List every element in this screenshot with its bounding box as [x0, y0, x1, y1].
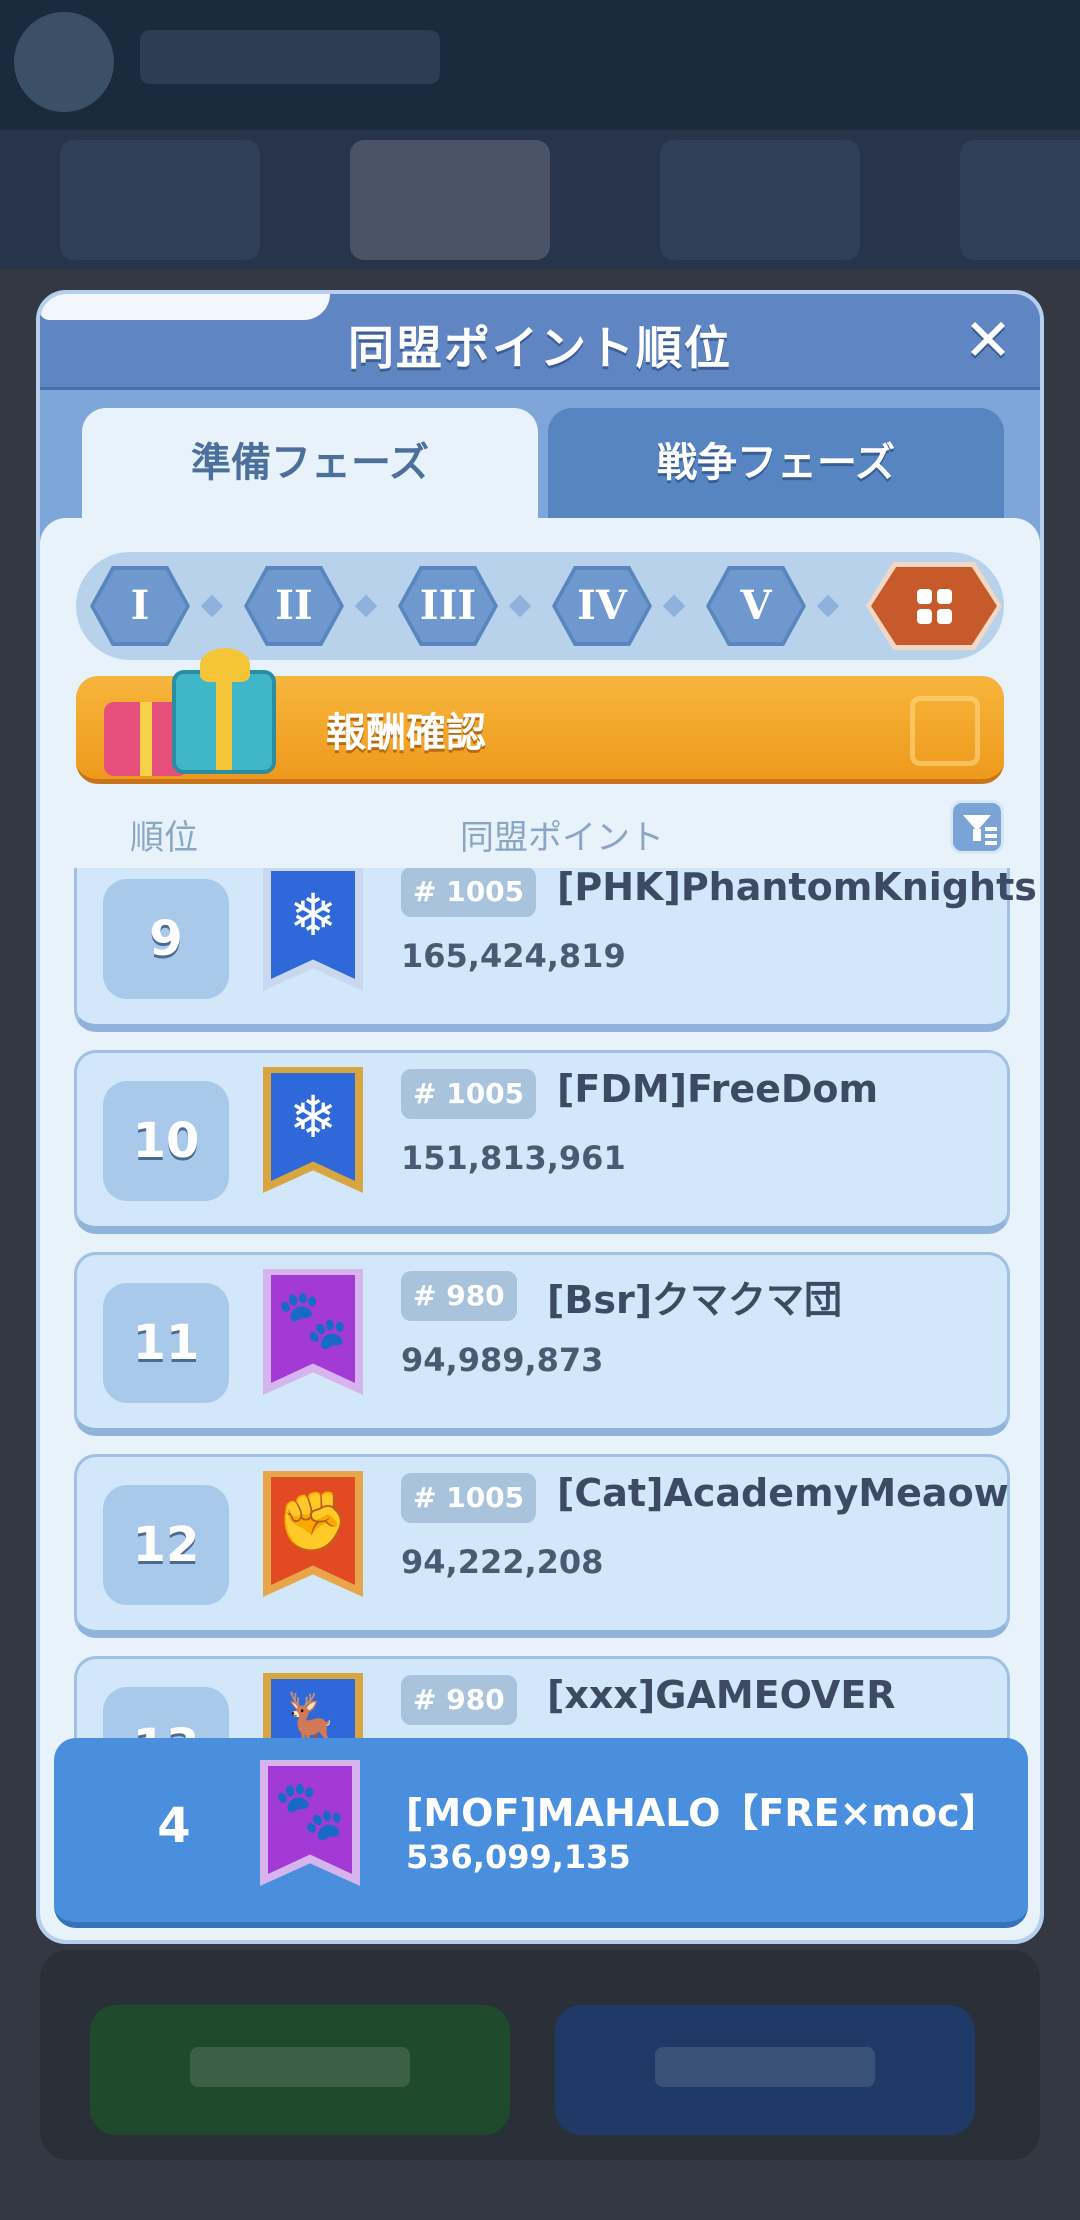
my-alliance-rank-row[interactable]: 4 🐾 [MOF]MAHALO【FRE×moc】 536,099,135 [54, 1738, 1028, 1928]
paw-icon: 🐾 [260, 1760, 360, 1886]
background-avatar [14, 12, 114, 112]
gift-icon [172, 670, 276, 774]
alliance-name: [PHK]PhantomKnights [557, 868, 1037, 909]
reward-check-label: 報酬確認 [326, 710, 486, 756]
background-tab [60, 140, 260, 260]
server-tag: # 1005 [401, 1069, 537, 1119]
level-selector: I II III IV V [76, 552, 1004, 660]
my-rank-number: 4 [157, 1798, 191, 1854]
level-button-5[interactable]: V [706, 566, 806, 646]
ranking-panel: I II III IV V 報酬確認 順位 同盟ポイント 9 ❄ # 1005 … [40, 518, 1040, 1940]
level-separator [508, 594, 532, 618]
rank-number: 11 [103, 1283, 229, 1403]
snowflake-icon: ❄ [263, 868, 363, 991]
ranking-row[interactable]: 12 ✊ # 1005 [Cat]AcademyMeaow 94,222,208 [74, 1454, 1010, 1638]
server-tag: # 980 [401, 1271, 517, 1321]
background-tab [660, 140, 860, 260]
background-tab [960, 140, 1080, 260]
background-blue-button [555, 2005, 975, 2135]
ranking-row[interactable]: 10 ❄ # 1005 [FDM]FreeDom 151,813,961 [74, 1050, 1010, 1234]
tab-war-phase[interactable]: 戦争フェーズ [548, 408, 1004, 518]
modal-header: 同盟ポイント順位 ✕ [40, 294, 1040, 390]
paw-icon: 🐾 [263, 1269, 363, 1395]
level-separator [354, 594, 378, 618]
column-header-rank: 順位 [130, 818, 198, 858]
background-title [140, 30, 440, 84]
level-separator [662, 594, 686, 618]
rank-number: 9 [103, 879, 229, 999]
alliance-name: [Cat]AcademyMeaow [557, 1471, 1009, 1515]
reward-check-button[interactable]: 報酬確認 [76, 648, 1004, 784]
filter-button[interactable] [950, 800, 1004, 854]
ranking-row[interactable]: 11 🐾 # 980 [Bsr]クマクマ団 94,989,873 [74, 1252, 1010, 1436]
server-tag: # 1005 [401, 868, 537, 917]
background-top-bar [0, 0, 1080, 130]
background-green-button [90, 2005, 510, 2135]
close-icon[interactable]: ✕ [956, 308, 1020, 372]
fist-icon: ✊ [263, 1471, 363, 1597]
level-separator [200, 594, 224, 618]
my-alliance-name: [MOF]MAHALO【FRE×moc】 [406, 1791, 998, 1835]
modal-title: 同盟ポイント順位 [348, 321, 732, 375]
grid-icon [917, 589, 953, 625]
server-tag: # 980 [401, 1675, 517, 1725]
server-tag: # 1005 [401, 1473, 537, 1523]
level-separator [816, 594, 840, 618]
ranking-list[interactable]: 9 ❄ # 1005 [PHK]PhantomKnights 165,424,8… [40, 868, 1040, 1880]
alliance-points: 94,989,873 [401, 1341, 604, 1379]
gift-decoration-icon [910, 696, 980, 766]
alliance-points: 151,813,961 [401, 1139, 626, 1177]
alliance-points: 94,222,208 [401, 1543, 604, 1581]
alliance-name: [Bsr]クマクマ団 [547, 1278, 843, 1322]
level-button-1[interactable]: I [90, 566, 190, 646]
alliance-points-ranking-modal: 同盟ポイント順位 ✕ 準備フェーズ 戦争フェーズ I II III IV V 報… [36, 290, 1044, 1944]
gift-bow-icon [200, 648, 250, 682]
level-button-2[interactable]: II [244, 566, 344, 646]
tab-preparation-phase[interactable]: 準備フェーズ [82, 408, 538, 530]
my-alliance-points: 536,099,135 [406, 1838, 631, 1876]
ranking-row[interactable]: 9 ❄ # 1005 [PHK]PhantomKnights 165,424,8… [74, 868, 1037, 1032]
rank-number: 10 [103, 1081, 229, 1201]
snowflake-icon: ❄ [263, 1067, 363, 1193]
level-button-4[interactable]: IV [552, 566, 652, 646]
rank-number: 12 [103, 1485, 229, 1605]
level-button-3[interactable]: III [398, 566, 498, 646]
background-tab [350, 140, 550, 260]
alliance-name: [xxx]GAMEOVER [547, 1673, 896, 1717]
background-tabs [0, 130, 1080, 270]
column-header-points: 同盟ポイント [460, 818, 664, 858]
all-levels-button[interactable] [866, 562, 1002, 650]
alliance-name: [FDM]FreeDom [557, 1067, 879, 1111]
alliance-points: 165,424,819 [401, 937, 626, 975]
